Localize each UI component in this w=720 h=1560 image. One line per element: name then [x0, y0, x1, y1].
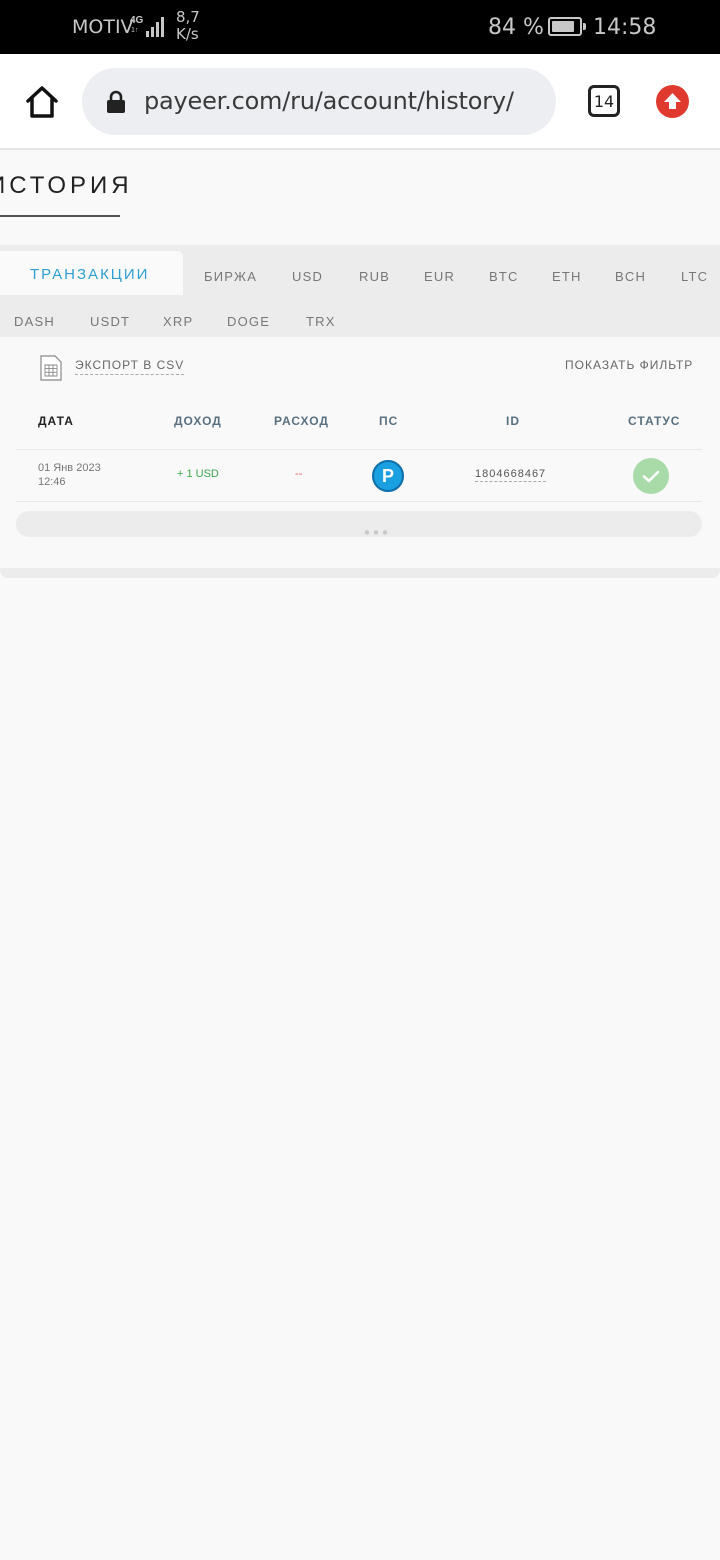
- tabs-count-button[interactable]: 14: [588, 85, 620, 117]
- tab-exchange[interactable]: БИРЖА: [204, 269, 257, 284]
- network-speed: 8,7 K/s: [176, 8, 200, 43]
- currency-tabs: ТРАНЗАКЦИИ БИРЖА USD RUB EUR BTC ETH BCH…: [0, 245, 720, 337]
- tab-usdt[interactable]: USDT: [90, 314, 130, 329]
- tab-trx[interactable]: TRX: [306, 314, 336, 329]
- table-row-income: + 1 USD: [177, 468, 219, 480]
- export-csv-link[interactable]: ЭКСПОРТ В CSV: [75, 358, 185, 375]
- tab-dash[interactable]: DASH: [14, 314, 55, 329]
- home-icon[interactable]: [22, 82, 62, 122]
- arrow-up-icon[interactable]: [656, 85, 689, 118]
- column-header-status: СТАТУС: [628, 414, 681, 428]
- row-divider: [16, 501, 702, 502]
- tab-xrp[interactable]: XRP: [163, 314, 193, 329]
- tab-eur[interactable]: EUR: [424, 269, 455, 284]
- row-divider: [16, 449, 702, 450]
- column-header-income: ДОХОД: [174, 414, 222, 428]
- battery-icon: [548, 17, 586, 36]
- lock-icon: [106, 90, 126, 114]
- table-row-expense: --: [295, 468, 303, 480]
- tab-ltc[interactable]: LTC: [681, 269, 708, 284]
- signal-icon: 4G 1↑: [130, 14, 166, 38]
- tab-usd[interactable]: USD: [292, 269, 323, 284]
- tab-transactions[interactable]: ТРАНЗАКЦИИ: [30, 266, 149, 283]
- title-underline: [0, 215, 120, 217]
- url-text: payeer.com/ru/account/history/: [144, 87, 514, 115]
- tab-rub[interactable]: RUB: [359, 269, 390, 284]
- tab-doge[interactable]: DOGE: [227, 314, 270, 329]
- spreadsheet-icon[interactable]: [40, 355, 62, 381]
- clock: 14:58: [593, 15, 657, 40]
- status-bar: MOTIV 4G 1↑ 8,7 K/s 84 % 14:58: [0, 0, 720, 54]
- address-bar[interactable]: payeer.com/ru/account/history/: [82, 68, 556, 135]
- table-row-date: 01 Янв 2023 12:46: [38, 462, 101, 488]
- network-type: 4G: [130, 15, 144, 26]
- tab-btc[interactable]: BTC: [489, 269, 519, 284]
- browser-toolbar: payeer.com/ru/account/history/ 14: [0, 54, 720, 150]
- column-header-ps: ПС: [379, 414, 399, 428]
- tab-bch[interactable]: BCH: [615, 269, 646, 284]
- column-header-expense: РАСХОД: [274, 414, 329, 428]
- checkmark-icon: [633, 458, 669, 494]
- payeer-icon: P: [372, 460, 404, 492]
- carrier-name: MOTIV: [72, 16, 134, 38]
- show-filter-link[interactable]: ПОКАЗАТЬ ФИЛЬТР: [565, 358, 693, 372]
- more-dots-icon: [364, 522, 388, 535]
- load-more-button[interactable]: [16, 511, 702, 537]
- tab-eth[interactable]: ETH: [552, 269, 582, 284]
- battery-percent: 84 %: [488, 15, 544, 40]
- column-header-id: ID: [506, 414, 520, 428]
- page-title: ИСТОРИЯ: [0, 172, 133, 199]
- network-sub: 1↑: [131, 27, 139, 34]
- table-row-id[interactable]: 1804668467: [475, 468, 547, 482]
- column-header-date[interactable]: ДАТА: [38, 414, 74, 428]
